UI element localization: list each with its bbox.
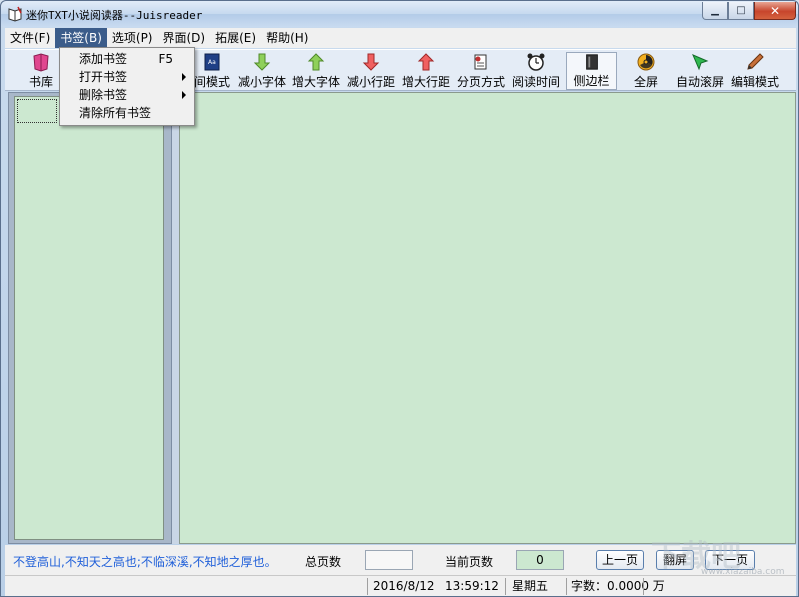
- menu-add-bookmark[interactable]: 添加书签 F5: [61, 50, 193, 68]
- menu-file[interactable]: 文件(F): [5, 28, 55, 48]
- watermark-url: www.xiazaiba.com: [701, 567, 785, 577]
- library-label: 书库: [28, 75, 53, 89]
- menu-interface[interactable]: 界面(D): [158, 28, 211, 48]
- auto-scroll-button[interactable]: 自动滚屏: [674, 52, 726, 90]
- svg-text:Aa: Aa: [208, 59, 216, 66]
- list-focus-item[interactable]: [17, 99, 57, 123]
- edit-mode-button[interactable]: 编辑模式: [729, 52, 781, 90]
- title-bar[interactable]: 迷你TXT小说阅读器--Juisreader ▁ □ ✕: [1, 1, 798, 27]
- submenu-arrow-icon: [182, 73, 186, 81]
- day-night-mode-icon: Aa: [204, 53, 220, 71]
- auto-scroll-label: 自动滚屏: [675, 75, 724, 89]
- close-icon: ✕: [769, 3, 781, 18]
- day-night-mode-label: 间模式: [193, 75, 230, 89]
- fullscreen-label: 全屏: [633, 75, 658, 89]
- menu-add-bookmark-shortcut: F5: [158, 52, 173, 66]
- arrow-up-red-icon: [417, 53, 435, 71]
- increase-line-spacing-button[interactable]: 增大行距: [400, 52, 452, 90]
- minimize-icon: ▁: [711, 5, 719, 16]
- fullscreen-button[interactable]: 全屏: [628, 52, 664, 90]
- sidebar-toggle-button[interactable]: 侧边栏: [566, 52, 617, 90]
- status-date: 2016/8/12: [373, 579, 435, 593]
- menu-delete-bookmark[interactable]: 删除书签: [61, 86, 193, 104]
- menu-open-bookmark[interactable]: 打开书签: [61, 68, 193, 86]
- minimize-button[interactable]: ▁: [702, 2, 728, 20]
- status-time: 13:59:12: [445, 579, 499, 593]
- sidebar-toggle-label: 侧边栏: [573, 74, 610, 88]
- total-pages-label: 总页数: [305, 555, 342, 569]
- menu-clear-all-bookmarks-label: 清除所有书签: [79, 106, 152, 120]
- cursor-arrow-icon: [692, 54, 709, 71]
- edit-mode-label: 编辑模式: [730, 75, 779, 89]
- status-divider: [566, 578, 567, 595]
- arrow-up-green-icon: [307, 53, 325, 71]
- bookmark-list[interactable]: [14, 96, 164, 540]
- alarm-clock-icon: [527, 53, 545, 71]
- maximize-button[interactable]: □: [728, 2, 754, 20]
- increase-font-label: 增大字体: [291, 75, 340, 89]
- menu-add-bookmark-label: 添加书签: [79, 52, 128, 66]
- status-bar: 2016/8/12 13:59:12 星期五 字数：0.0000 万: [5, 575, 796, 596]
- submenu-arrow-icon: [182, 91, 186, 99]
- total-pages-field: [365, 550, 413, 570]
- status-divider: [505, 578, 506, 595]
- bookshelf-icon: [33, 53, 49, 72]
- fullscreen-icon: [637, 53, 655, 71]
- menu-options[interactable]: 选项(P): [107, 28, 158, 48]
- menu-clear-all-bookmarks[interactable]: 清除所有书签: [61, 104, 193, 122]
- menu-open-bookmark-label: 打开书签: [79, 70, 128, 84]
- library-button[interactable]: 书库: [21, 52, 61, 90]
- reading-time-button[interactable]: 阅读时间: [510, 52, 562, 90]
- sidebar-book-icon: [585, 54, 598, 70]
- decrease-font-label: 减小字体: [237, 75, 286, 89]
- decrease-line-spacing-button[interactable]: 减小行距: [345, 52, 397, 90]
- maximize-icon: □: [736, 5, 746, 16]
- panel-splitter[interactable]: [172, 92, 179, 544]
- arrow-down-red-icon: [362, 53, 380, 71]
- pagination-mode-label: 分页方式: [456, 75, 505, 89]
- status-divider: [367, 578, 368, 595]
- increase-font-button[interactable]: 增大字体: [290, 52, 342, 90]
- status-word-count: 字数：0.0000 万: [571, 579, 665, 593]
- day-night-mode-button[interactable]: Aa 间模式: [189, 52, 235, 90]
- page-split-icon: [474, 54, 487, 70]
- menu-extend[interactable]: 拓展(E): [210, 28, 261, 48]
- menu-help[interactable]: 帮助(H): [261, 28, 313, 48]
- menu-bookmark[interactable]: 书签(B): [55, 28, 107, 48]
- decrease-line-spacing-label: 减小行距: [346, 75, 395, 89]
- prev-page-button[interactable]: 上一页: [596, 550, 644, 570]
- status-weekday: 星期五: [512, 579, 549, 593]
- bookmark-side-panel: [8, 92, 172, 544]
- pagination-mode-button[interactable]: 分页方式: [455, 52, 507, 90]
- app-window: 迷你TXT小说阅读器--Juisreader ▁ □ ✕ 文件(F) 书签(B)…: [0, 0, 799, 597]
- menu-bar: 文件(F) 书签(B) 选项(P) 界面(D) 拓展(E) 帮助(H): [5, 28, 796, 48]
- bookmark-dropdown-menu: 添加书签 F5 打开书签 删除书签 清除所有书签: [59, 47, 195, 126]
- increase-line-spacing-label: 增大行距: [401, 75, 450, 89]
- arrow-down-green-icon: [253, 53, 271, 71]
- reading-time-label: 阅读时间: [511, 75, 560, 89]
- decrease-font-button[interactable]: 减小字体: [236, 52, 288, 90]
- menu-delete-bookmark-label: 删除书签: [79, 88, 128, 102]
- quote-text: 不登高山,不知天之高也;不临深溪,不知地之厚也。: [13, 555, 277, 569]
- status-divider: [643, 578, 644, 595]
- reading-area[interactable]: [179, 92, 796, 544]
- app-book-icon: [8, 6, 22, 22]
- pencil-icon: [747, 53, 764, 70]
- current-page-label: 当前页数: [445, 555, 494, 569]
- close-button[interactable]: ✕: [754, 2, 796, 20]
- window-title: 迷你TXT小说阅读器--Juisreader: [26, 9, 203, 22]
- current-page-field[interactable]: 0: [516, 550, 564, 570]
